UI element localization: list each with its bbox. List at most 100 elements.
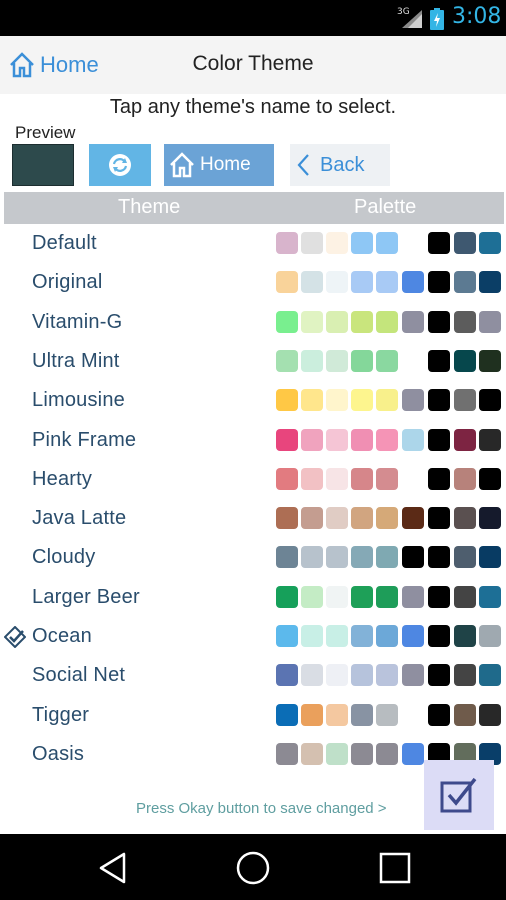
palette-swatch: [428, 467, 450, 490]
palette-swatch: [276, 310, 298, 333]
palette-swatch: [376, 703, 398, 726]
palette-swatch: [376, 546, 398, 569]
status-bar: 3G 3:08: [0, 0, 506, 36]
palette-swatch: [428, 349, 450, 372]
palette-swatch: [402, 625, 424, 647]
theme-row[interactable]: Ultra Mint: [0, 342, 506, 381]
palette-swatch: [376, 585, 398, 608]
home-icon: [170, 152, 194, 178]
signal-icon: [402, 10, 422, 28]
theme-name[interactable]: Oasis: [32, 743, 84, 766]
theme-row[interactable]: Pink Frame: [0, 421, 506, 460]
palette-swatch: [428, 428, 450, 451]
save-hint-text: Press Okay button to save changed >: [136, 800, 387, 817]
palette-swatch: [454, 349, 476, 372]
home-nav-icon[interactable]: [236, 851, 270, 885]
preview-icon-button[interactable]: [89, 144, 151, 186]
palette-swatch: [479, 546, 501, 569]
preview-back-button[interactable]: Back: [290, 144, 390, 186]
palette-swatch: [428, 703, 450, 726]
palette-swatch: [301, 703, 323, 726]
theme-name[interactable]: Ultra Mint: [32, 350, 120, 373]
chevron-left-icon: [297, 154, 309, 176]
palette-swatch: [454, 232, 476, 254]
recents-nav-icon[interactable]: [378, 851, 412, 885]
theme-name[interactable]: Hearty: [32, 468, 92, 491]
preview-home-button[interactable]: Home: [164, 144, 274, 186]
palette-swatch: [276, 507, 298, 530]
theme-row[interactable]: Default: [0, 224, 506, 263]
table-header: Theme Palette: [4, 192, 504, 224]
palette-swatch: [428, 389, 450, 412]
palette-swatch: [376, 742, 398, 765]
palette-swatch: [276, 467, 298, 490]
theme-name[interactable]: Java Latte: [32, 507, 126, 530]
palette-swatch: [376, 232, 398, 254]
navigation-bar: [0, 834, 506, 900]
palette-swatch: [351, 742, 373, 765]
palette-swatch: [402, 271, 424, 294]
theme-name[interactable]: Larger Beer: [32, 586, 140, 609]
palette-swatch: [351, 625, 373, 647]
theme-row[interactable]: Ocean: [0, 617, 506, 656]
palette-swatch: [454, 389, 476, 412]
theme-row[interactable]: Java Latte: [0, 499, 506, 538]
palette-swatch: [276, 232, 298, 254]
palette-swatch: [376, 507, 398, 530]
palette-swatch: [351, 349, 373, 372]
palette-swatch: [301, 428, 323, 451]
palette-swatch: [376, 389, 398, 412]
palette-swatch: [351, 389, 373, 412]
palette-swatch: [376, 349, 398, 372]
palette-swatch: [301, 742, 323, 765]
theme-row[interactable]: Social Net: [0, 656, 506, 695]
theme-row[interactable]: Hearty: [0, 460, 506, 499]
palette-swatch: [428, 585, 450, 608]
palette-swatch: [402, 428, 424, 451]
theme-name[interactable]: Default: [32, 232, 97, 255]
palette-swatch: [351, 703, 373, 726]
palette-swatch: [351, 310, 373, 333]
palette-swatch: [326, 232, 348, 254]
palette-swatch: [351, 232, 373, 254]
palette-swatch: [351, 428, 373, 451]
refresh-icon: [109, 154, 131, 176]
palette-swatch: [276, 546, 298, 569]
theme-row[interactable]: Original: [0, 263, 506, 302]
theme-name[interactable]: Ocean: [32, 625, 92, 648]
theme-name[interactable]: Limousine: [32, 389, 125, 412]
selected-check-icon: [4, 626, 26, 648]
palette-swatch: [276, 389, 298, 412]
palette-swatch: [326, 742, 348, 765]
theme-name[interactable]: Original: [32, 271, 103, 294]
okay-button[interactable]: [424, 760, 494, 830]
theme-name[interactable]: Pink Frame: [32, 429, 136, 452]
palette-swatch: [454, 664, 476, 687]
theme-row[interactable]: Cloudy: [0, 538, 506, 577]
theme-name[interactable]: Tigger: [32, 704, 89, 727]
palette-swatch: [479, 349, 501, 372]
theme-name[interactable]: Vitamin-G: [32, 311, 122, 334]
palette-swatch: [326, 310, 348, 333]
palette-swatch: [479, 703, 501, 726]
preview-label: Preview: [15, 123, 76, 142]
theme-name[interactable]: Cloudy: [32, 546, 95, 569]
theme-row[interactable]: Limousine: [0, 381, 506, 420]
theme-name[interactable]: Social Net: [32, 664, 125, 687]
back-nav-icon[interactable]: [96, 851, 130, 885]
palette-swatch: [402, 389, 424, 412]
palette-swatch: [428, 625, 450, 647]
palette-swatch: [376, 428, 398, 451]
palette-swatch: [326, 625, 348, 647]
preview-home-label: Home: [200, 154, 251, 175]
palette-column-header: Palette: [354, 196, 417, 218]
theme-row[interactable]: Tigger: [0, 696, 506, 735]
theme-row[interactable]: Vitamin-G: [0, 303, 506, 342]
instruction-text: Tap any theme's name to select.: [109, 96, 397, 118]
theme-row[interactable]: Larger Beer: [0, 578, 506, 617]
palette-swatch: [454, 703, 476, 726]
palette-swatch: [454, 271, 476, 294]
action-bar: Home Color Theme: [0, 36, 506, 94]
battery-icon: [430, 8, 444, 30]
palette-swatch: [479, 271, 501, 294]
